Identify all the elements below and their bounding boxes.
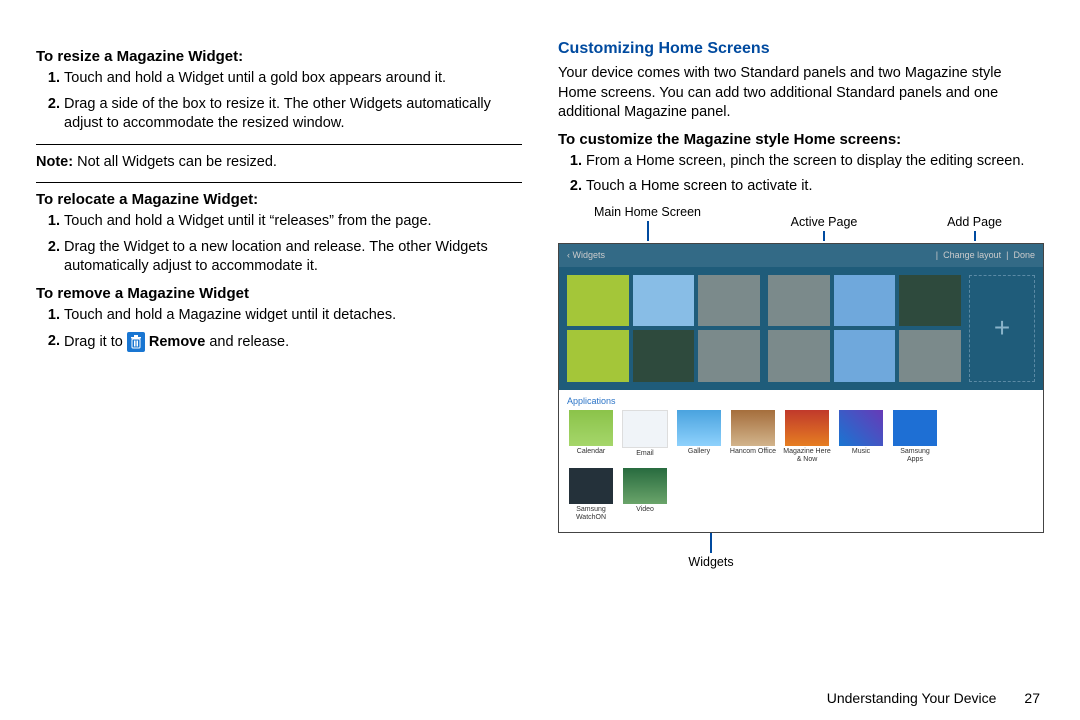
screenshot-apps: Applications CalendarEmailGalleryHancom … <box>559 390 1043 532</box>
page-number: 27 <box>1024 690 1040 706</box>
apps-row-2: Samsung WatchONVideo <box>567 468 1035 520</box>
app-thumb: Magazine Here & Now <box>783 410 831 464</box>
screenshot-titlebar: ‹ Widgets | Change layout | Done <box>559 244 1043 267</box>
remove-text-pre: Drag it to <box>64 333 127 349</box>
app-thumb: Music <box>837 410 885 464</box>
intro-text: Your device comes with two Standard pane… <box>558 64 1044 123</box>
divider <box>36 144 522 145</box>
app-thumb: Email <box>621 410 669 464</box>
note-label: Note: <box>36 154 73 170</box>
app-thumb: Calendar <box>567 410 615 464</box>
screenshot-panels <box>559 267 1043 390</box>
note-line: Note: Not all Widgets can be resized. <box>36 153 522 173</box>
change-layout: Change layout <box>943 250 1001 260</box>
app-thumb: Samsung Apps <box>891 410 939 464</box>
heading-remove: To remove a Magazine Widget <box>36 285 522 302</box>
customize-steps: From a Home screen, pinch the screen to … <box>558 152 1044 197</box>
heading-customize: Customizing Home Screens <box>558 40 1044 58</box>
callout-add: Add Page <box>947 215 1002 245</box>
heading-relocate: To relocate a Magazine Widget: <box>36 191 522 208</box>
list-item: Drag it to Remove and release. <box>64 332 522 352</box>
note-text: Not all Widgets can be resized. <box>73 154 277 170</box>
app-thumb: Gallery <box>675 410 723 464</box>
app-thumb: Hancom Office <box>729 410 777 464</box>
relocate-steps: Touch and hold a Widget until it “releas… <box>36 212 522 277</box>
divider <box>36 182 522 183</box>
app-thumb: Samsung WatchON <box>567 468 615 520</box>
heading-resize: To resize a Magazine Widget: <box>36 48 522 65</box>
callout-widgets: Widgets <box>378 533 1044 569</box>
heading-customize-steps: To customize the Magazine style Home scr… <box>558 131 1044 148</box>
screenshot: ‹ Widgets | Change layout | Done Applica… <box>558 243 1044 533</box>
remove-label: Remove <box>149 333 205 349</box>
list-item: Touch and hold a Widget until a gold box… <box>64 69 522 89</box>
back-label: ‹ Widgets <box>567 250 605 260</box>
panel-main <box>567 275 760 382</box>
remove-text-post: and release. <box>205 333 289 349</box>
list-item: Drag the Widget to a new location and re… <box>64 238 522 277</box>
panel-active <box>768 275 961 382</box>
list-item: Drag a side of the box to resize it. The… <box>64 95 522 134</box>
applications-title: Applications <box>567 396 1035 406</box>
right-column: Customizing Home Screens Your device com… <box>558 40 1044 690</box>
callout-active: Active Page <box>791 215 858 245</box>
trash-icon <box>127 332 145 352</box>
resize-steps: Touch and hold a Widget until a gold box… <box>36 69 522 134</box>
list-item: Touch and hold a Widget until it “releas… <box>64 212 522 232</box>
callout-main: Main Home Screen <box>594 205 701 245</box>
done-label: Done <box>1013 250 1035 260</box>
apps-row-1: CalendarEmailGalleryHancom OfficeMagazin… <box>567 410 1035 464</box>
remove-steps: Touch and hold a Magazine widget until i… <box>36 306 522 352</box>
callout-row-top: Main Home Screen Active Page Add Page <box>582 205 1020 245</box>
footer: Understanding Your Device 27 <box>0 690 1080 714</box>
list-item: Touch and hold a Magazine widget until i… <box>64 306 522 326</box>
panel-add <box>969 275 1035 382</box>
list-item: Touch a Home screen to activate it. <box>586 177 1044 197</box>
section-title: Understanding Your Device <box>827 690 997 706</box>
app-thumb: Video <box>621 468 669 520</box>
left-column: To resize a Magazine Widget: Touch and h… <box>36 40 522 690</box>
list-item: From a Home screen, pinch the screen to … <box>586 152 1044 172</box>
